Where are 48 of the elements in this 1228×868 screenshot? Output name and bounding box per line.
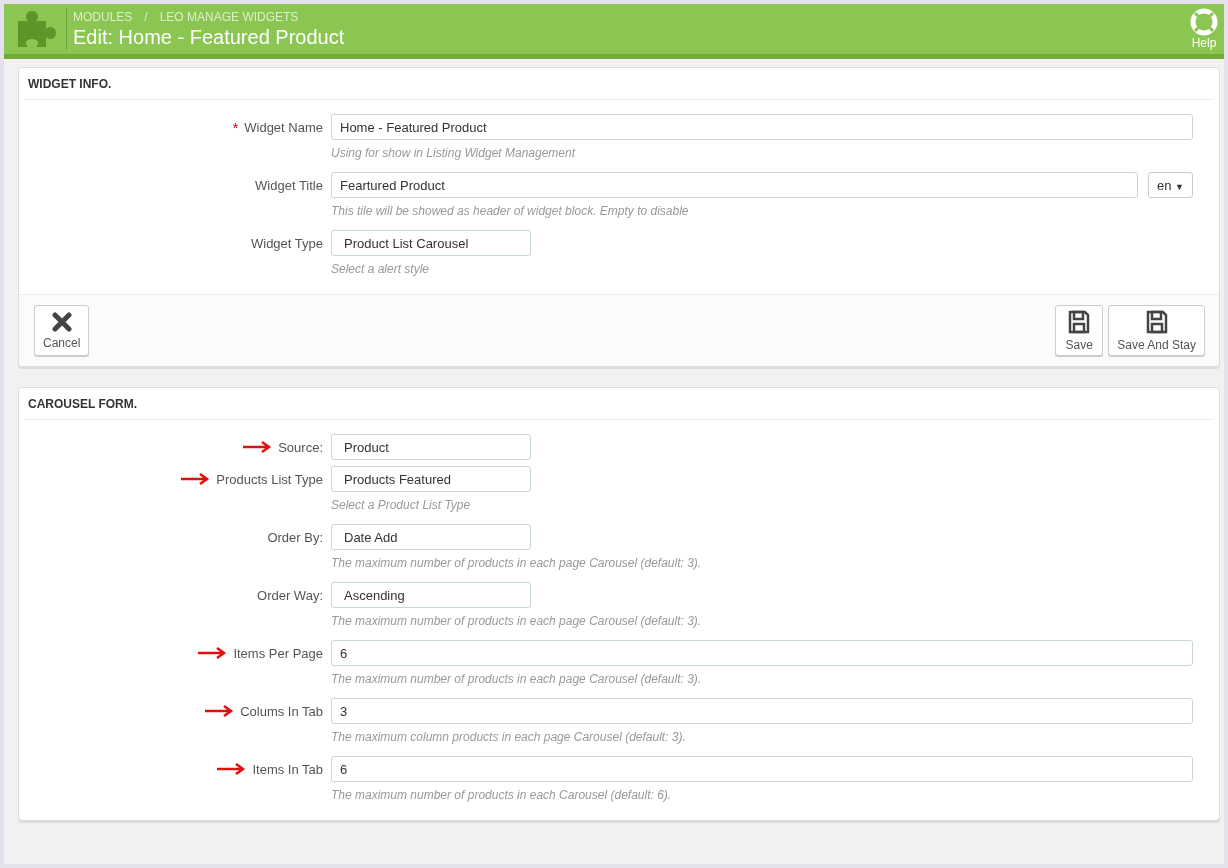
help-text: Select a alert style: [331, 262, 431, 276]
page-title: Edit: Home - Featured Product: [73, 25, 346, 49]
help-text: The maximum number of products in each page Carousel (default: 3).: [331, 556, 703, 570]
field-label: Items In Tab: [252, 761, 323, 777]
field-label: Colums In Tab: [240, 703, 323, 719]
select-field[interactable]: Product: [331, 434, 531, 460]
help-text: The maximum number of products in each page Carousel (default: 3).: [331, 672, 703, 686]
arrow-icon: [180, 473, 211, 485]
field-label: Order By:: [267, 529, 323, 545]
input-field[interactable]: 6: [331, 756, 1193, 782]
select-field[interactable]: Date Add: [331, 524, 531, 550]
select-field[interactable]: Ascending: [331, 582, 531, 608]
help-text: Select a Product List Type: [331, 498, 472, 512]
close-icon: [51, 311, 72, 332]
field-label: Widget Title: [255, 177, 323, 193]
puzzle-icon: [16, 11, 58, 47]
help-text: This tile will be showed as header of widget block. Empty to disable: [331, 204, 690, 218]
cancel-button[interactable]: Cancel: [34, 305, 90, 356]
help-text: The maximum column products in each page Carousel (default: 3).: [331, 730, 687, 744]
input-field[interactable]: 6: [331, 640, 1193, 666]
help-text: Using for show in Listing Widget Management: [331, 146, 577, 160]
arrow-icon: [204, 705, 235, 717]
save-button[interactable]: Save And Stay: [1108, 305, 1205, 356]
field-label: Widget Name: [244, 119, 323, 135]
save-icon: [1145, 309, 1168, 334]
input-field[interactable]: 3: [331, 698, 1193, 724]
language-dropdown[interactable]: en ▼: [1148, 172, 1193, 198]
lifebuoy-icon: [1190, 8, 1218, 36]
help-text: The maximum number of products in each Carousel (default: 6).: [331, 788, 673, 802]
panel-heading: WIDGET INFO.: [24, 68, 1214, 100]
arrow-icon: [197, 647, 228, 659]
breadcrumb-separator: /: [144, 9, 148, 24]
field-label: Items Per Page: [233, 645, 323, 661]
field-label: Order Way:: [257, 587, 323, 603]
help-text: The maximum number of products in each page Carousel (default: 3).: [331, 614, 703, 628]
required-asterisk: *: [232, 118, 239, 136]
select-field[interactable]: Product List Carousel: [331, 230, 531, 256]
field-label: Products List Type: [216, 471, 323, 487]
arrow-icon: [216, 763, 247, 775]
field-label: Widget Type: [250, 235, 323, 251]
save-button[interactable]: Save: [1055, 305, 1104, 356]
field-label: Source:: [278, 439, 323, 455]
input-field[interactable]: Home - Featured Product: [331, 114, 1193, 140]
select-field[interactable]: Products Featured: [331, 466, 531, 492]
panel-heading: CAROUSEL FORM.: [24, 388, 1214, 420]
arrow-icon: [242, 441, 273, 453]
save-icon: [1068, 309, 1091, 334]
input-field[interactable]: Feartured Product: [331, 172, 1138, 198]
